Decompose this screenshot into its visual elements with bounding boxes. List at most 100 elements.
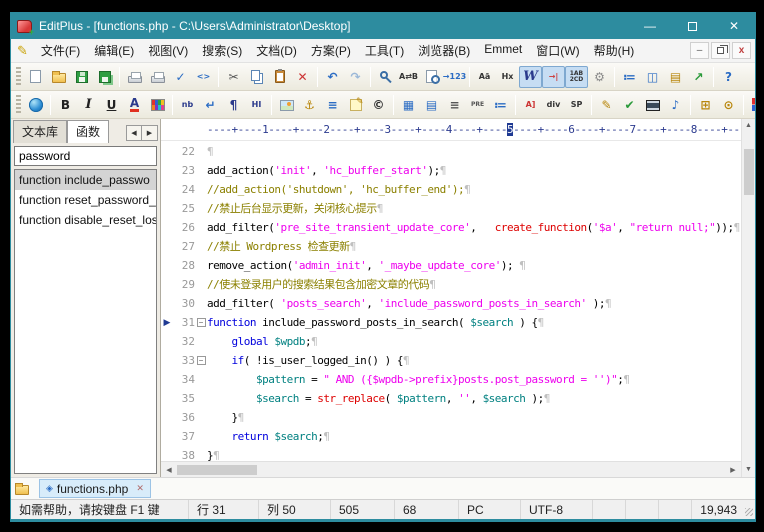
menu-item-8[interactable]: 浏览器(B) [411,39,477,62]
menu-item-11[interactable]: 帮助(H) [587,39,642,62]
textarea-tag-icon[interactable]: ⊞ [694,94,717,116]
code-line-32[interactable]: 32 global $wpdb;¶ [161,332,741,351]
browser-preview-icon[interactable] [24,94,47,116]
insert-music-icon[interactable]: ♪ [664,94,687,116]
horizontal-scroll-thumb[interactable] [177,465,257,475]
fold-collapse-icon[interactable]: − [195,351,207,370]
paragraph-mark-icon[interactable]: ¶ [222,94,245,116]
mdi-close-button[interactable]: x [732,42,751,59]
center-text-icon[interactable]: ≡ [443,94,466,116]
font-color-icon[interactable]: A [123,94,146,116]
copyright-icon[interactable]: © [367,94,390,116]
code-line-38[interactable]: 38}¶ [161,446,741,461]
code-line-22[interactable]: 22¶ [161,142,741,161]
tab-scroll-left-icon[interactable]: ◀ [126,125,142,141]
code-line-24[interactable]: 24//add_action('shutdown', 'hc_buffer_en… [161,180,741,199]
menu-item-10[interactable]: 窗口(W) [529,39,586,62]
menu-item-1[interactable]: 文件(F) [34,39,87,62]
open-file-icon[interactable] [47,66,70,88]
menu-item-9[interactable]: Emmet [477,39,529,62]
goto-line-icon[interactable]: →123 [443,66,466,88]
toolbar-grip[interactable] [16,67,21,87]
code-line-29[interactable]: 29//使未登录用户的搜索结果包含加密文章的代码¶ [161,275,741,294]
horizontal-rule-icon[interactable]: ≡ [321,94,344,116]
code-line-35[interactable]: 35 $search = str_replace( $pattern, '', … [161,389,741,408]
code-line-34[interactable]: 34 $pattern = " AND ({$wpdb->prefix}post… [161,370,741,389]
find-icon[interactable] [374,66,397,88]
radio-button-icon[interactable]: ⊙ [717,94,740,116]
tab-cliptext[interactable]: 文本库 [13,120,67,143]
code-line-37[interactable]: 37 return $search;¶ [161,427,741,446]
browser-window-icon[interactable]: ↗ [687,66,710,88]
mdi-restore-button[interactable] [711,42,730,59]
italic-icon[interactable]: I [77,94,100,116]
insert-table-icon[interactable]: ▦ [397,94,420,116]
span-tag-icon[interactable]: A] [519,94,542,116]
menu-item-7[interactable]: 工具(T) [358,39,411,62]
mdi-minimize-button[interactable]: – [690,42,709,59]
color-picker-icon[interactable] [146,94,169,116]
minimize-button[interactable]: — [629,13,671,39]
function-filter-input[interactable] [14,146,157,166]
code-line-31[interactable]: ▶31−function include_password_posts_in_s… [161,313,741,332]
folder-icon[interactable] [15,485,29,495]
insert-image-icon[interactable] [275,94,298,116]
scroll-right-arrow-icon[interactable]: ▶ [725,466,741,474]
insert-movie-icon[interactable] [641,94,664,116]
vertical-scroll-thumb[interactable] [744,149,754,195]
case-convert-icon[interactable]: Aā [473,66,496,88]
code-line-25[interactable]: 25//禁止后台显示更新，关闭核心提示¶ [161,199,741,218]
menu-item-4[interactable]: 搜索(S) [195,39,249,62]
delete-icon[interactable]: ✕ [291,66,314,88]
scroll-down-arrow-icon[interactable]: ▼ [745,463,752,477]
underline-icon[interactable]: U [100,94,123,116]
heading-icon[interactable]: HI [245,94,268,116]
undo-icon[interactable]: ↶ [321,66,344,88]
nbsp-icon[interactable]: nb [176,94,199,116]
resize-grip[interactable] [745,508,753,516]
title-bar[interactable]: EditPlus - [functions.php - C:\Users\Adm… [11,13,755,39]
menu-item-2[interactable]: 编辑(E) [87,39,141,62]
line-numbers-icon[interactable]: 1AB 2CD [565,66,588,88]
context-help-icon[interactable]: ? [717,66,740,88]
tab-functions[interactable]: 函数 [67,120,109,143]
redo-icon[interactable]: ↷ [344,66,367,88]
table-cell-icon[interactable]: ▤ [420,94,443,116]
vertical-scrollbar[interactable]: ▲ ▼ [741,119,755,477]
fold-collapse-icon[interactable]: − [195,313,207,332]
horizontal-scrollbar[interactable]: ◀ ▶ [161,461,741,477]
save-all-icon[interactable] [93,66,116,88]
print-icon[interactable] [146,66,169,88]
split-window-icon[interactable]: ◫ [641,66,664,88]
spell-check-icon[interactable]: ✓ [169,66,192,88]
function-list-item[interactable]: function reset_password_ [15,190,156,210]
copy-icon[interactable] [245,66,268,88]
document-tab-functions-php[interactable]: ◈ functions.php ✕ [39,479,151,498]
menu-item-3[interactable]: 视图(V) [141,39,195,62]
preferences-icon[interactable]: ⚙ [588,66,611,88]
scroll-up-arrow-icon[interactable]: ▲ [745,119,752,133]
word-wrap-icon[interactable]: W [519,66,542,88]
toolbar-grip[interactable] [16,95,21,115]
directory-window-icon[interactable]: ▤ [664,66,687,88]
code-line-30[interactable]: 30add_filter( 'posts_search', 'include_p… [161,294,741,313]
document-list-icon[interactable]: ≔ [618,66,641,88]
paste-icon[interactable] [268,66,291,88]
function-list-item[interactable]: function disable_reset_los [15,210,156,230]
function-list-item[interactable]: function include_passwo [15,170,156,190]
menu-item-5[interactable]: 文档(D) [249,39,304,62]
code-line-33[interactable]: 33− if( !is_user_logged_in() ) {¶ [161,351,741,370]
bullet-list-icon[interactable]: ≔ [489,94,512,116]
code-view-icon[interactable]: <> [192,66,215,88]
find-in-files-icon[interactable] [420,66,443,88]
show-tab-marks-icon[interactable]: →| [542,66,565,88]
code-line-27[interactable]: 27//禁止 Wordpress 检查更新¶ [161,237,741,256]
preformatted-icon[interactable]: PRE [466,94,489,116]
tab-scroll-right-icon[interactable]: ▶ [142,125,158,141]
line-break-icon[interactable]: ↵ [199,94,222,116]
maximize-button[interactable] [671,13,713,39]
code-line-23[interactable]: 23add_action('init', 'hc_buffer_start');… [161,161,741,180]
object-picker-icon[interactable] [747,94,755,116]
menu-item-6[interactable]: 方案(P) [304,39,358,62]
hex-view-icon[interactable]: Hx [496,66,519,88]
